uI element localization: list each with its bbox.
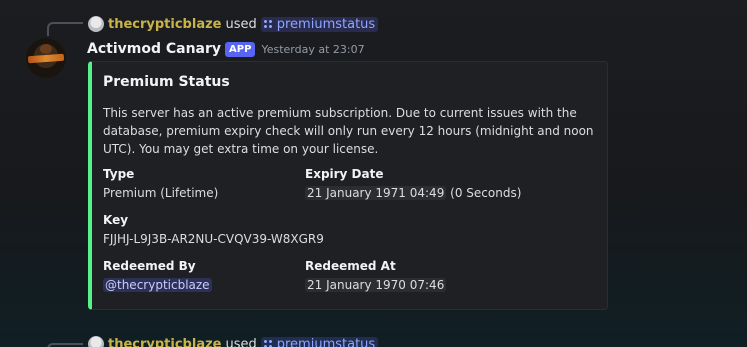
field-value: Premium (Lifetime) [103,186,219,200]
field-redeemed-by: Redeemed By @thecrypticblaze [103,257,212,294]
slash-command-mention[interactable]: premiumstatus [260,336,379,347]
user-avatar-icon[interactable] [88,336,104,347]
slash-command-mention[interactable]: premiumstatus [260,16,379,32]
expiry-relative: (0 Seconds) [450,186,522,200]
field-redeemed-at: Redeemed At 21 January 1970 07:46 [305,257,447,294]
field-name: Key [103,213,129,227]
embed-title: Premium Status [103,74,230,90]
redeemed-timestamp[interactable]: 21 January 1970 07:46 [305,278,447,292]
slash-command-icon [263,339,273,347]
user-avatar-icon[interactable] [88,16,104,32]
field-name: Redeemed At [305,259,396,273]
reply-used-text: used [225,336,257,347]
embed-description: This server has an active premium subscr… [103,106,594,156]
reply-used-text: used [225,16,257,32]
field-name: Type [103,167,135,181]
field-key: Key FJJHJ-L9J3B-AR2NU-CVQV39-W8XGR9 [103,211,324,248]
author-name[interactable]: Activmod Canary [87,41,221,57]
command-reply-context[interactable]: thecrypticblaze used premiumstatus [88,335,379,347]
field-name: Expiry Date [305,167,384,181]
command-name: premiumstatus [276,336,376,347]
command-name: premiumstatus [276,16,376,32]
bot-message: thecrypticblaze used premiumstatus [0,330,747,347]
field-value: 21 January 1970 07:46 [305,276,447,294]
field-type: Type Premium (Lifetime) [103,165,218,202]
reply-connector [47,22,83,36]
command-reply-context[interactable]: thecrypticblaze used premiumstatus [88,15,379,33]
expiry-timestamp[interactable]: 21 January 1971 04:49 [305,186,447,200]
app-badge: APP [225,41,256,57]
slash-command-icon [263,19,273,29]
message-header: Activmod Canary APP Yesterday at 23:07 [87,39,365,59]
field-value: @thecrypticblaze [103,276,212,294]
message-timestamp[interactable]: Yesterday at 23:07 [261,43,364,56]
embed-card: Premium Status This server has an active… [88,61,608,310]
field-expiry: Expiry Date 21 January 1971 04:49 (0 Sec… [305,165,521,202]
field-value: FJJHJ-L9J3B-AR2NU-CVQV39-W8XGR9 [103,232,324,246]
reply-connector [47,343,83,347]
reply-username[interactable]: thecrypticblaze [108,337,221,347]
field-name: Redeemed By [103,259,196,273]
bot-message: thecrypticblaze used premiumstatus Activ… [0,0,747,330]
field-value: 21 January 1971 04:49 (0 Seconds) [305,184,521,202]
reply-username[interactable]: thecrypticblaze [108,17,221,32]
bot-avatar[interactable] [26,38,66,78]
user-mention[interactable]: @thecrypticblaze [103,278,212,292]
